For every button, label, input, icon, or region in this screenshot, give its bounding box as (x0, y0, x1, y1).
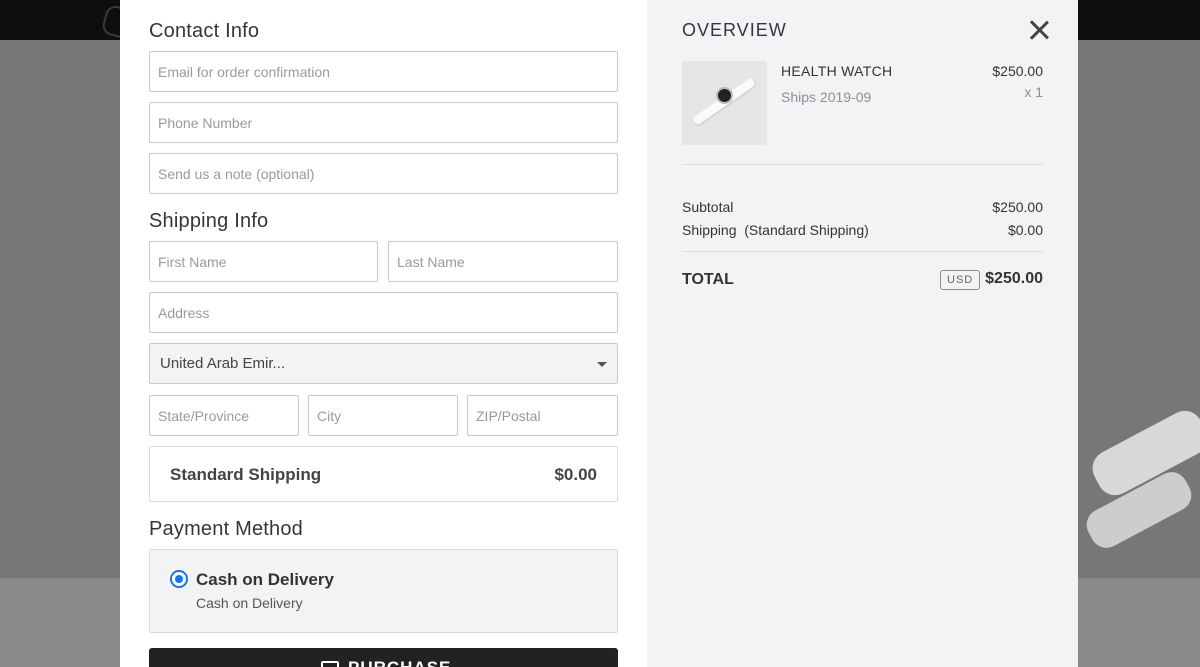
purchase-label: PURCHASE (348, 658, 451, 667)
zip-field[interactable] (467, 395, 618, 436)
close-icon[interactable] (1029, 20, 1049, 40)
purchase-button[interactable]: PURCHASE (149, 648, 618, 667)
subtotal-value: $250.00 (992, 199, 1043, 215)
shipping-method-price: $0.00 (554, 465, 597, 484)
payment-method-title: Payment Method (149, 518, 303, 540)
divider (682, 251, 1043, 252)
phone-field[interactable] (149, 102, 618, 143)
currency-badge: USD (940, 270, 981, 290)
item-name: HEALTH WATCH (781, 63, 893, 79)
background-watch-image (1080, 404, 1200, 570)
shipping-label: Shipping (Standard Shipping) (682, 222, 869, 238)
first-name-field[interactable] (149, 241, 378, 282)
item-price: $250.00 (992, 63, 1043, 79)
shipping-method-label: Standard Shipping (170, 465, 322, 484)
state-field[interactable] (149, 395, 299, 436)
credit-card-icon (321, 661, 339, 667)
payment-radio[interactable] (170, 570, 188, 588)
note-field[interactable] (149, 153, 618, 194)
country-value: United Arab Emir... (160, 355, 286, 372)
email-field[interactable] (149, 51, 618, 92)
contact-info-title: Contact Info (149, 20, 260, 42)
chevron-down-icon (597, 362, 607, 367)
shipping-info-title: Shipping Info (149, 210, 269, 232)
shipping-method-option[interactable]: Standard Shipping $0.00 (149, 446, 618, 502)
city-field[interactable] (308, 395, 458, 436)
checkout-modal: Contact Info Shipping Info United Arab E… (120, 0, 1078, 667)
divider (682, 164, 1043, 165)
payment-option-cod[interactable]: Cash on Delivery Cash on Delivery (149, 549, 618, 633)
checkout-form: Contact Info Shipping Info United Arab E… (120, 0, 647, 667)
shipping-value: $0.00 (1007, 222, 1043, 238)
country-select[interactable]: United Arab Emir... (149, 343, 618, 384)
item-quantity: x 1 (1024, 84, 1043, 100)
payment-option-label: Cash on Delivery (196, 570, 334, 589)
item-ship-date: Ships 2019-09 (781, 89, 872, 105)
overview-title: OVERVIEW (682, 20, 787, 40)
total-label: TOTAL (682, 271, 734, 288)
subtotal-label: Subtotal (682, 199, 734, 215)
product-thumbnail (682, 61, 767, 145)
address-field[interactable] (149, 292, 618, 333)
total-value: $250.00 (985, 270, 1043, 287)
order-overview: OVERVIEW HEALTH WATCH Ships 2019-09 $250… (647, 0, 1078, 667)
last-name-field[interactable] (388, 241, 618, 282)
payment-option-description: Cash on Delivery (196, 595, 303, 611)
